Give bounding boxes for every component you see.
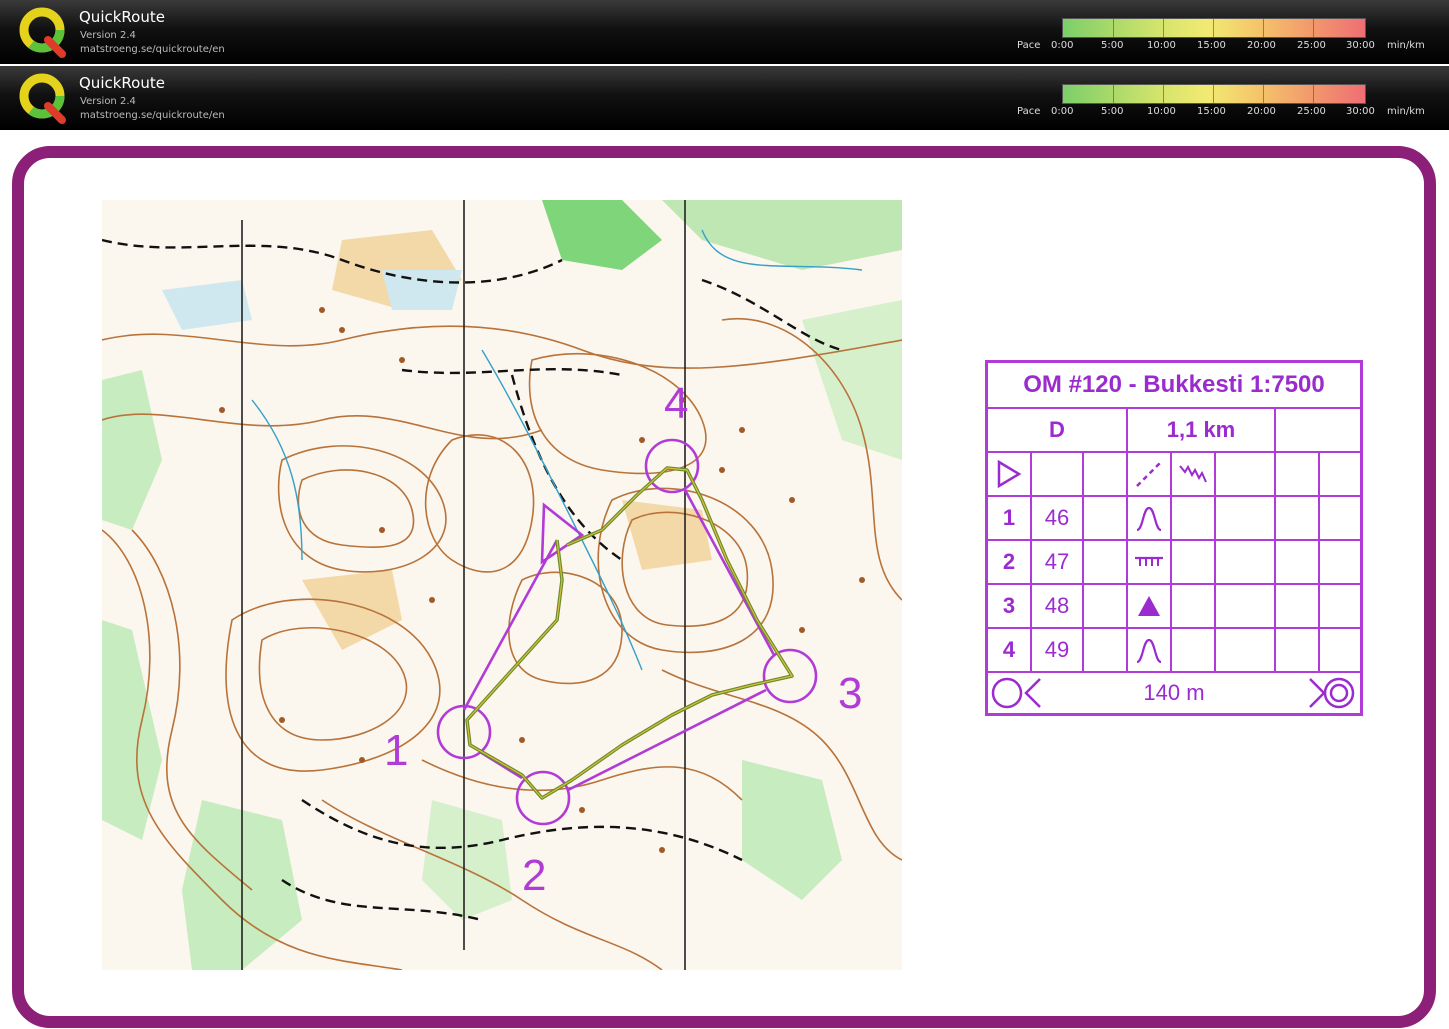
pace-unit: min/km	[1387, 40, 1425, 51]
pace-tick: 0:00	[1051, 106, 1074, 117]
finish-circle-icon	[1306, 676, 1360, 715]
quickroute-logo-icon	[19, 73, 66, 124]
quickroute-header-2: QuickRoute Version 2.4 matstroeng.se/qui…	[0, 66, 1449, 130]
app-version: Version 2.4	[80, 96, 136, 107]
description-control-row: 3 48	[988, 585, 1360, 629]
pace-tick: 30:00	[1346, 40, 1375, 51]
control-sequence: 1	[988, 497, 1032, 539]
app-title: QuickRoute	[79, 8, 165, 26]
description-finish-row: 140 m	[988, 673, 1360, 713]
app-title: QuickRoute	[79, 74, 165, 92]
pace-tick: 5:00	[1101, 106, 1124, 117]
pace-tick: 20:00	[1247, 106, 1276, 117]
description-control-row: 2 47	[988, 541, 1360, 585]
finish-from-control-icon	[990, 676, 1046, 715]
quickroute-header-1: QuickRoute Version 2.4 matstroeng.se/qui…	[0, 0, 1449, 64]
pace-color-scale	[1062, 18, 1366, 38]
description-control-row: 1 46	[988, 497, 1360, 541]
pace-tick: 10:00	[1147, 40, 1176, 51]
pace-tick: 5:00	[1101, 40, 1124, 51]
control-code: 49	[1032, 629, 1084, 671]
control-description-sheet: OM #120 - Bukkesti 1:7500 D 1,1 km 1 46	[985, 360, 1363, 716]
course-title: OM #120 - Bukkesti 1:7500	[1023, 371, 1325, 398]
orienteering-map[interactable]: 1 2 3 4	[102, 200, 902, 970]
description-title-row: OM #120 - Bukkesti 1:7500	[988, 363, 1360, 409]
app-url[interactable]: matstroeng.se/quickroute/en	[80, 44, 225, 55]
description-control-row: 4 49	[988, 629, 1360, 673]
course-class: D	[988, 409, 1128, 451]
pace-tick: 10:00	[1147, 106, 1176, 117]
boulder-icon	[1128, 585, 1172, 627]
description-header-row: D 1,1 km	[988, 409, 1360, 453]
control-number-1: 1	[384, 726, 408, 775]
map-canvas: 1 2 3 4	[102, 200, 902, 970]
control-sequence: 3	[988, 585, 1032, 627]
description-start-row	[988, 453, 1360, 497]
quickroute-logo-icon	[19, 7, 66, 58]
pace-label: Pace	[1017, 106, 1041, 117]
description-blank	[1276, 409, 1360, 451]
pace-unit: min/km	[1387, 106, 1425, 117]
control-number-3: 3	[838, 669, 862, 718]
course-length: 1,1 km	[1128, 409, 1276, 451]
pace-tick: 15:00	[1197, 40, 1226, 51]
knoll-icon	[1128, 497, 1172, 539]
app-version: Version 2.4	[80, 30, 136, 41]
control-number-4: 4	[664, 379, 688, 428]
start-triangle-icon	[988, 453, 1032, 495]
control-code: 46	[1032, 497, 1084, 539]
earth-bank-icon	[1128, 541, 1172, 583]
pace-tick: 30:00	[1346, 106, 1375, 117]
control-number-2: 2	[522, 851, 546, 900]
finish-distance: 140 m	[1143, 680, 1205, 705]
pace-label: Pace	[1017, 40, 1041, 51]
pace-tick: 25:00	[1297, 40, 1326, 51]
vegetation-boundary-icon	[1172, 453, 1216, 495]
control-code: 48	[1032, 585, 1084, 627]
control-sequence: 4	[988, 629, 1032, 671]
control-sequence: 2	[988, 541, 1032, 583]
pace-tick: 25:00	[1297, 106, 1326, 117]
knoll-icon	[1128, 629, 1172, 671]
pace-tick: 15:00	[1197, 106, 1226, 117]
control-code: 47	[1032, 541, 1084, 583]
app-url[interactable]: matstroeng.se/quickroute/en	[80, 110, 225, 121]
pace-tick: 0:00	[1051, 40, 1074, 51]
pace-color-scale	[1062, 84, 1366, 104]
path-crossing-icon	[1128, 453, 1172, 495]
pace-tick: 20:00	[1247, 40, 1276, 51]
